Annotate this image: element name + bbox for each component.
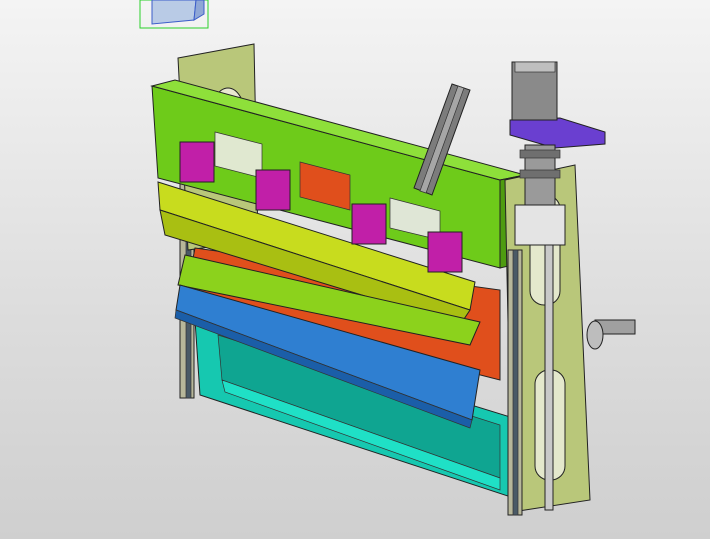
view-cube-icon[interactable] [139,0,209,29]
cad-viewport[interactable] [0,0,710,539]
right-post [507,249,523,516]
assembly-render [139,0,636,516]
side-shaft [586,319,636,350]
